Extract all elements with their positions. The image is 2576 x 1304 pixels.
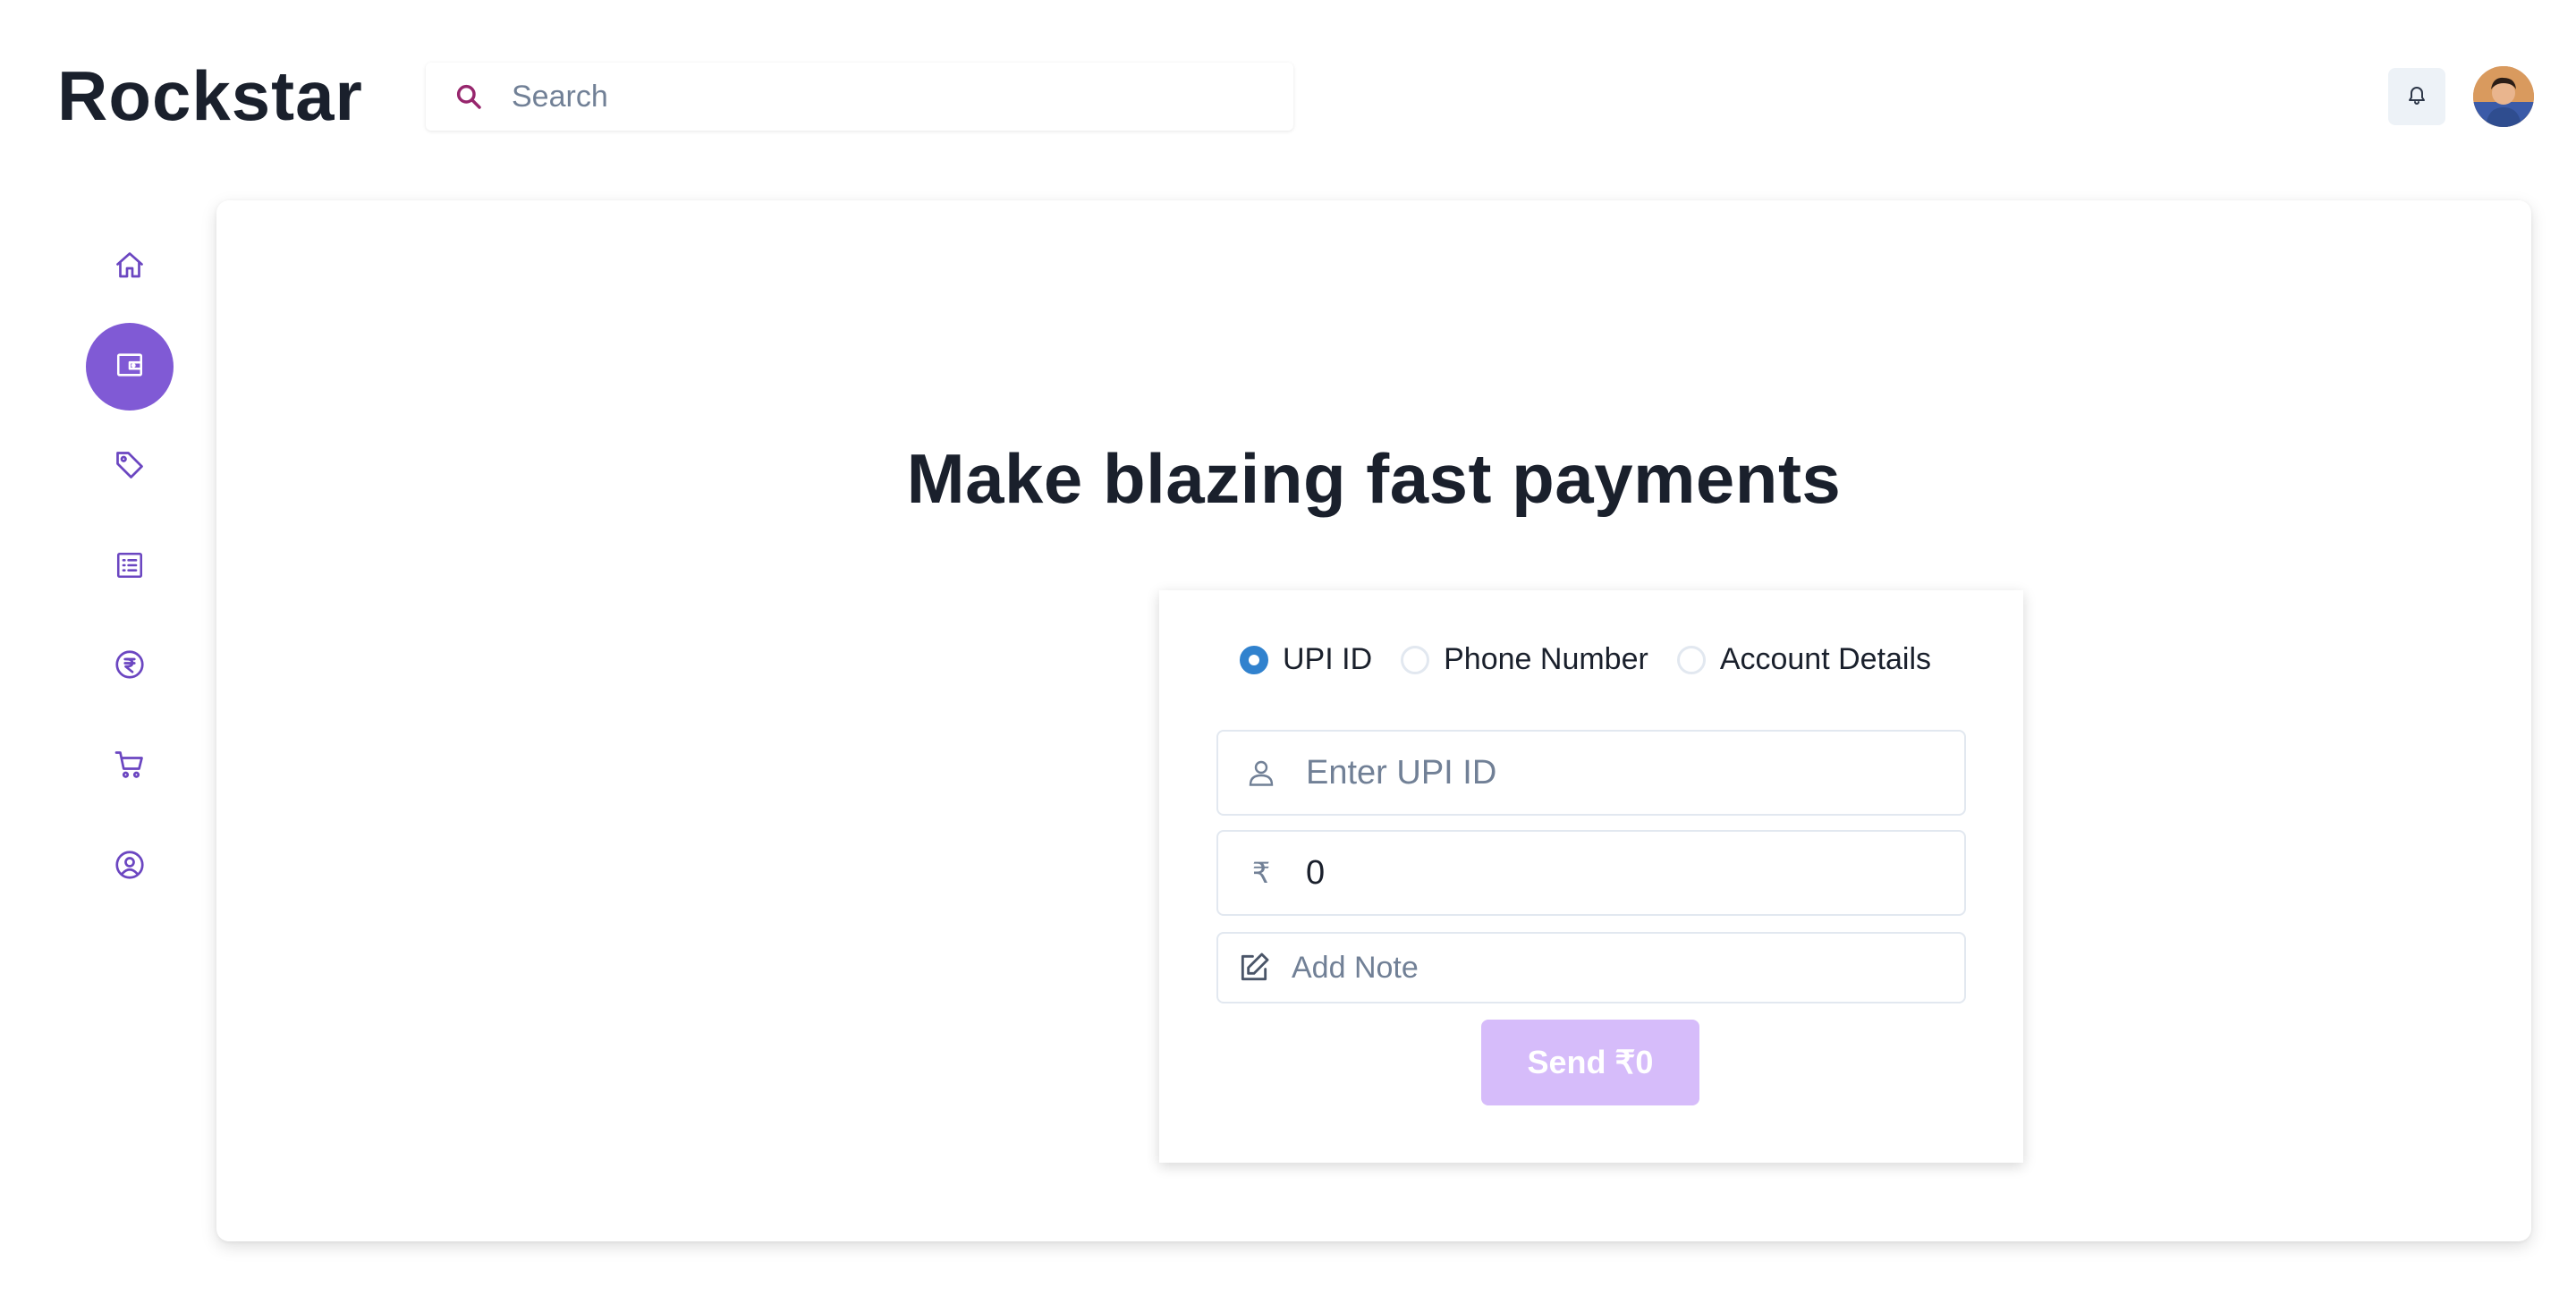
- tag-icon: [114, 449, 146, 486]
- search-input[interactable]: [510, 78, 1243, 115]
- note-field[interactable]: [1216, 932, 1966, 1003]
- amount-field[interactable]: ₹: [1216, 830, 1966, 916]
- radio-account-details[interactable]: Account Details: [1676, 642, 1932, 677]
- rupee-circle-icon: [114, 648, 146, 685]
- edit-icon: [1218, 951, 1290, 985]
- radio-phone-number[interactable]: Phone Number: [1401, 642, 1648, 677]
- main-panel: Make blazing fast payments UPI ID Phone …: [216, 200, 2531, 1241]
- sidebar-item-profile[interactable]: [86, 823, 174, 910]
- sidebar-item-home[interactable]: [86, 224, 174, 311]
- amount-input[interactable]: [1304, 852, 1930, 893]
- user-circle-icon: [114, 849, 146, 885]
- radio-label: Phone Number: [1444, 642, 1648, 676]
- radio-indicator[interactable]: [1401, 645, 1430, 674]
- user-icon: [1218, 757, 1304, 789]
- wallet-icon: [114, 350, 145, 385]
- list-icon: [114, 550, 145, 585]
- rupee-icon: ₹: [1251, 857, 1271, 889]
- send-button[interactable]: Send ₹0: [1481, 1020, 1699, 1105]
- upi-id-field[interactable]: [1216, 730, 1966, 816]
- search-icon: [451, 79, 487, 114]
- sidebar-item-shop[interactable]: [86, 723, 174, 810]
- sidebar-item-payments[interactable]: [86, 622, 174, 710]
- radio-indicator[interactable]: [1676, 645, 1706, 674]
- sidebar-item-wallet[interactable]: [86, 323, 174, 411]
- radio-upi-id[interactable]: UPI ID: [1240, 642, 1372, 677]
- bell-icon: [2406, 84, 2428, 110]
- radio-indicator[interactable]: [1240, 645, 1268, 674]
- radio-label: Account Details: [1719, 642, 1932, 676]
- avatar[interactable]: [2473, 66, 2534, 127]
- app-logo: Rockstar: [57, 56, 363, 135]
- upi-id-input[interactable]: [1304, 752, 1930, 793]
- note-input[interactable]: [1290, 949, 1916, 986]
- cart-icon: [114, 749, 146, 785]
- page-title: Make blazing fast payments: [906, 439, 1842, 518]
- sidebar-item-transactions[interactable]: [86, 523, 174, 611]
- payment-form: UPI ID Phone Number Account Details ₹: [1159, 590, 2023, 1163]
- radio-label: UPI ID: [1283, 642, 1373, 676]
- home-icon: [114, 250, 146, 286]
- sidebar-item-offers[interactable]: [86, 423, 174, 511]
- search-bar[interactable]: [426, 63, 1293, 131]
- user-avatar-image: [2473, 66, 2534, 127]
- notifications-button[interactable]: [2388, 68, 2445, 125]
- payment-method-group: UPI ID Phone Number Account Details: [1240, 642, 1960, 677]
